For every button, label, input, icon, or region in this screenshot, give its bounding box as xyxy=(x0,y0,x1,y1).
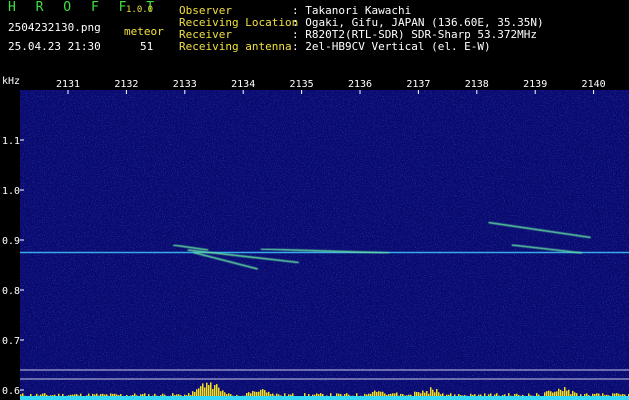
x-tick-label: 2137 xyxy=(406,79,430,90)
antenna-value: : 2el-HB9CV Vertical (el. E-W) xyxy=(292,40,491,53)
antenna-label: Receiving antenna xyxy=(179,40,292,53)
meteor-label: meteor xyxy=(124,25,164,38)
y-tick-label: 0.8 xyxy=(2,286,20,297)
header-panel: H R O F F T 1.0.0 2504232130.png 25.04.2… xyxy=(0,0,629,72)
y-tick-label: 0.6 xyxy=(2,386,20,397)
noise-texture xyxy=(20,90,629,400)
spectrogram-chart: kHz 2131 2132 2133 2134 2135 2136 2137 2138 2139… xyxy=(2,76,629,400)
x-tick-label: 2134 xyxy=(231,79,255,90)
x-tick-label: 2133 xyxy=(173,79,197,90)
x-tick-label: 2139 xyxy=(523,79,547,90)
app-version: 1.0.0 xyxy=(126,5,154,15)
y-tick-label: 0.7 xyxy=(2,336,20,347)
meteor-count: 51 xyxy=(140,40,154,53)
x-tick-label: 2140 xyxy=(582,79,606,90)
capture-datetime: 25.04.23 21:30 xyxy=(8,40,101,53)
file-name: 2504232130.png xyxy=(8,21,101,34)
x-tick-label: 2136 xyxy=(348,79,372,90)
x-tick-label: 2132 xyxy=(114,79,138,90)
signal-level-baseline xyxy=(20,396,629,400)
x-tick-label: 2135 xyxy=(290,79,314,90)
y-unit-label: kHz xyxy=(2,76,20,87)
y-tick-label: 0.9 xyxy=(2,236,20,247)
x-tick-label: 2131 xyxy=(56,79,80,90)
y-tick-label: 1.1 xyxy=(2,136,20,147)
x-tick-label: 2138 xyxy=(465,79,489,90)
y-tick-label: 1.0 xyxy=(2,186,20,197)
